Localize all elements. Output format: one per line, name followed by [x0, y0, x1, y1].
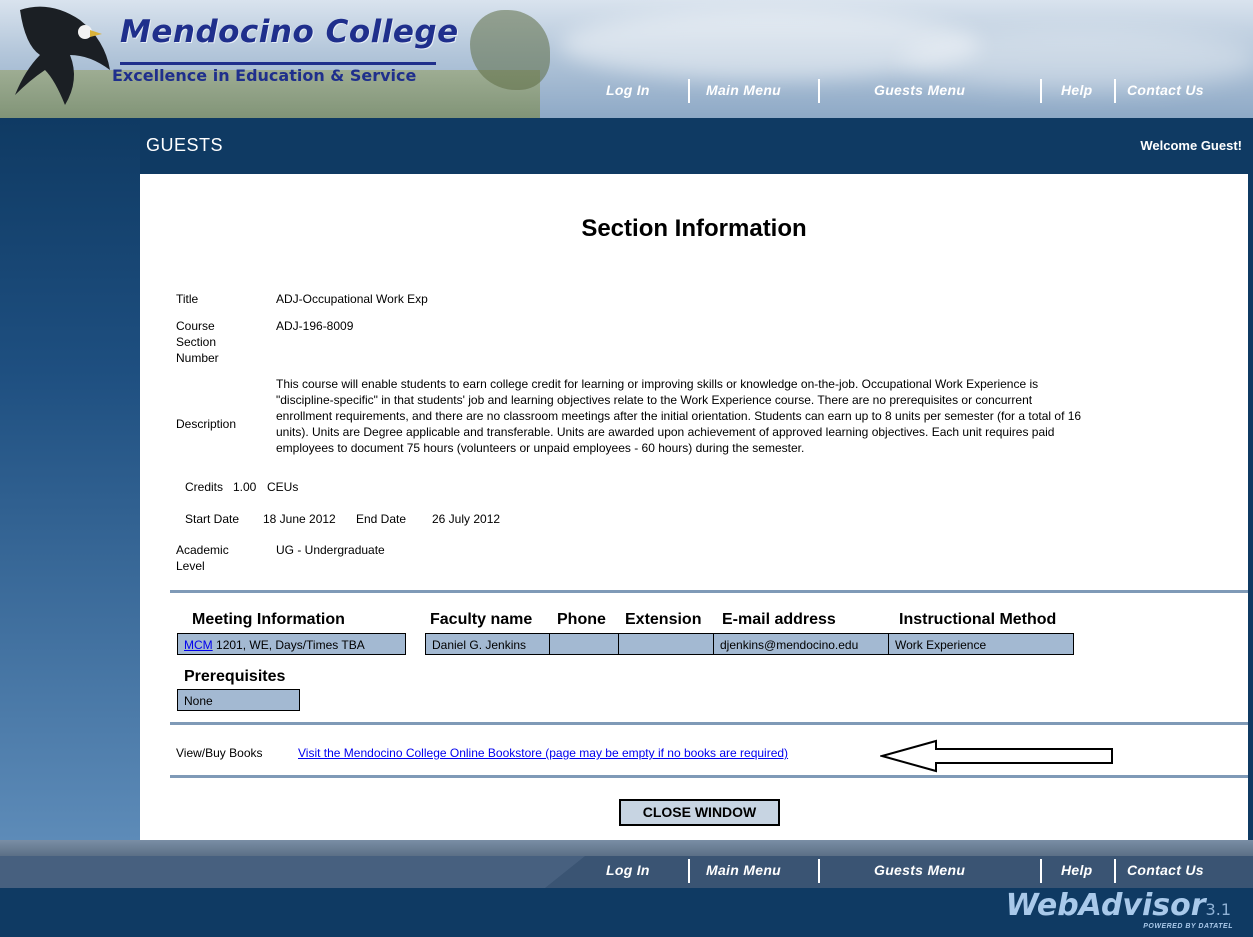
- faculty-cell: Daniel G. Jenkins: [425, 633, 550, 655]
- books-label: View/Buy Books: [176, 746, 263, 760]
- description-label: Description: [176, 417, 237, 431]
- webadvisor-logo: WebAdvisor3.1: [1005, 888, 1231, 923]
- title-label: Title: [176, 292, 199, 306]
- bookstore-link[interactable]: Visit the Mendocino College Online Books…: [298, 745, 788, 761]
- extension-cell: [618, 633, 714, 655]
- phone-cell: [549, 633, 619, 655]
- nav-log-in[interactable]: Log In: [606, 78, 650, 102]
- course-section-number-label: Course Section Number: [176, 319, 219, 365]
- email-cell: djenkins@mendocino.edu: [713, 633, 889, 655]
- welcome-message: Welcome Guest!: [1140, 138, 1242, 153]
- arrow-left-icon: [880, 739, 1113, 773]
- header-banner: Mendocino College Excellence in Educatio…: [0, 0, 1253, 118]
- location-link[interactable]: MCM: [184, 638, 213, 652]
- prerequisites-header: Prerequisites: [184, 668, 286, 685]
- end-date-value: 26 July 2012: [432, 512, 501, 526]
- footer-nav-help[interactable]: Help: [1061, 858, 1093, 882]
- meeting-location-cell: MCM 1201, WE, Days/Times TBA: [177, 633, 406, 655]
- left-sidebar-strip: [0, 118, 140, 840]
- meeting-details: 1201, WE, Days/Times TBA: [216, 638, 365, 652]
- divider: [170, 775, 1248, 778]
- content-panel: Section Information Title ADJ-Occupation…: [140, 174, 1248, 840]
- ceus-label: CEUs: [267, 480, 299, 494]
- nav-main-menu[interactable]: Main Menu: [706, 78, 781, 102]
- close-window-button[interactable]: CLOSE WINDOW: [619, 799, 780, 826]
- divider: [170, 590, 1248, 593]
- end-date-label: End Date: [356, 512, 407, 526]
- powered-by-text: POWERED BY DATATEL: [1143, 923, 1233, 930]
- footer-nav-log-in[interactable]: Log In: [606, 858, 650, 882]
- email-header: E-mail address: [722, 611, 836, 628]
- college-tagline: Excellence in Education & Service: [112, 66, 417, 85]
- start-date-value: 18 June 2012: [263, 512, 336, 526]
- eagle-logo-icon: [15, 6, 110, 106]
- nav-help[interactable]: Help: [1061, 78, 1093, 102]
- footer-nav-main-menu[interactable]: Main Menu: [706, 858, 781, 882]
- footer-nav-contact-us[interactable]: Contact Us: [1127, 858, 1204, 882]
- footer-nav-guests-menu[interactable]: Guests Menu: [874, 858, 965, 882]
- page: Mendocino College Excellence in Educatio…: [0, 0, 1253, 937]
- academic-level-label: Academic Level: [176, 543, 229, 573]
- section-header-label: Guests: [146, 135, 224, 155]
- credits-value: 1.00: [233, 480, 257, 494]
- page-title: Section Information: [581, 215, 807, 242]
- section-header-bar: [140, 118, 1253, 174]
- extension-header: Extension: [625, 611, 702, 628]
- credits-label: Credits: [185, 480, 224, 494]
- meeting-info-header: Meeting Information: [192, 611, 345, 628]
- college-name: Mendocino College: [120, 14, 459, 50]
- nav-guests-menu[interactable]: Guests Menu: [874, 78, 965, 102]
- description-text: This course will enable students to earn…: [276, 377, 1082, 455]
- prerequisites-value: None: [177, 689, 300, 711]
- method-cell: Work Experience: [888, 633, 1074, 655]
- faculty-name-header: Faculty name: [430, 611, 533, 628]
- nav-contact-us[interactable]: Contact Us: [1127, 78, 1204, 102]
- phone-header: Phone: [557, 611, 606, 628]
- divider: [170, 722, 1248, 725]
- course-section-number-value: ADJ-196-8009: [276, 319, 354, 333]
- method-header: Instructional Method: [899, 611, 1057, 628]
- academic-level-value: UG - Undergraduate: [276, 543, 385, 557]
- title-value: ADJ-Occupational Work Exp: [276, 292, 428, 306]
- start-date-label: Start Date: [185, 512, 240, 526]
